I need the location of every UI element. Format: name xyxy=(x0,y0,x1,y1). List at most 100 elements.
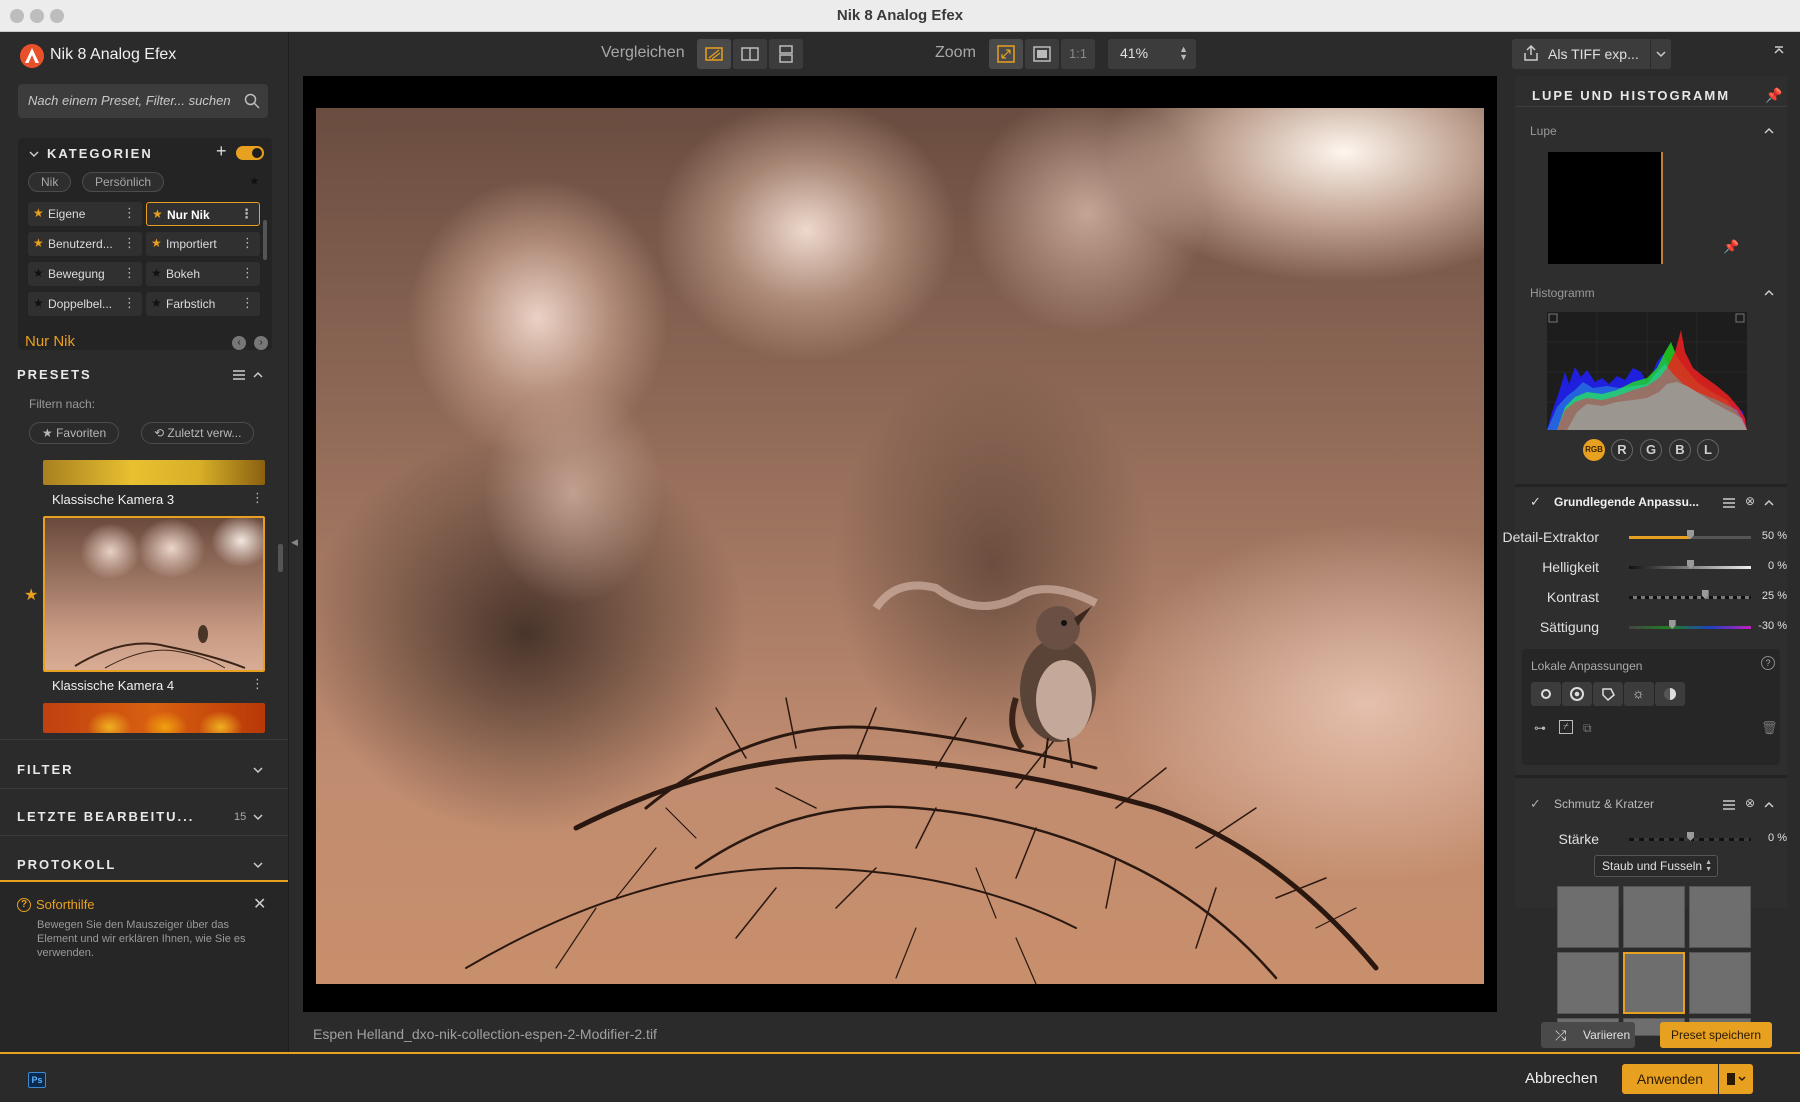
channel-g-button[interactable]: G xyxy=(1640,439,1662,461)
channel-l-button[interactable]: L xyxy=(1697,439,1719,461)
channel-r-button[interactable]: R xyxy=(1611,439,1633,461)
add-category-icon[interactable]: + xyxy=(216,141,227,162)
more-icon[interactable]: ⋮ xyxy=(123,295,136,311)
texture-option[interactable] xyxy=(1557,952,1619,1014)
filter-section-heading[interactable]: FILTER xyxy=(17,762,74,777)
radial-mask-button[interactable] xyxy=(1562,682,1592,706)
zoom-1-1-button[interactable]: 1:1 xyxy=(1061,39,1095,69)
presets-scrollbar[interactable] xyxy=(278,544,283,572)
menu-icon[interactable] xyxy=(1722,799,1736,811)
slider-kontrast[interactable]: Kontrast 25 % xyxy=(1497,586,1787,608)
slider-staerke[interactable]: Stärke 0 % xyxy=(1497,828,1787,850)
more-icon[interactable]: ⋮ xyxy=(241,235,254,251)
polygon-mask-button[interactable] xyxy=(1593,682,1623,706)
channel-rgb-button[interactable]: RGB xyxy=(1583,439,1605,461)
pin-icon[interactable]: 📌 xyxy=(1765,87,1782,104)
texture-option[interactable] xyxy=(1689,886,1751,948)
apply-options-button[interactable] xyxy=(1719,1064,1753,1094)
photoshop-icon[interactable]: Ps xyxy=(28,1072,46,1088)
next-category-icon[interactable]: › xyxy=(254,336,268,350)
category-benutzerdefiniert[interactable]: ★ Benutzerd... ⋮ xyxy=(28,232,142,256)
chevron-up-icon[interactable] xyxy=(1763,287,1775,299)
pin-loupe-icon[interactable]: 📌 xyxy=(1723,239,1739,255)
close-icon[interactable]: ✕ xyxy=(253,894,266,914)
categories-scrollbar[interactable] xyxy=(263,220,267,260)
chevron-down-icon[interactable] xyxy=(252,764,264,776)
more-icon[interactable]: ⋮ xyxy=(123,265,136,281)
zoom-select[interactable]: 41% ▲ ▼ xyxy=(1108,39,1196,69)
fill-screen-button[interactable] xyxy=(1025,39,1059,69)
prev-category-icon[interactable]: ‹ xyxy=(232,336,246,350)
slider-track[interactable] xyxy=(1629,620,1751,629)
compare-side-button[interactable] xyxy=(769,39,803,69)
dirt-type-select[interactable]: Staub und Fusseln ▲ ▼ xyxy=(1594,855,1718,877)
texture-option-selected[interactable] xyxy=(1623,952,1685,1014)
chevron-up-icon[interactable] xyxy=(1763,125,1775,137)
slider-knob[interactable] xyxy=(1687,560,1694,569)
preset-label[interactable]: Klassische Kamera 3 xyxy=(52,492,174,507)
more-icon[interactable]: ⋮ xyxy=(123,205,136,221)
invert-mask-icon[interactable]: ⌿ xyxy=(1559,720,1573,734)
apply-button[interactable]: Anwenden xyxy=(1622,1064,1718,1094)
enable-dirt-checkbox[interactable]: ✓ xyxy=(1530,796,1541,812)
category-eigene[interactable]: ★ Eigene ⋮ xyxy=(28,202,142,226)
loupe-view[interactable] xyxy=(1548,152,1663,264)
preview-image[interactable] xyxy=(316,108,1484,984)
menu-icon[interactable] xyxy=(1722,497,1736,509)
favorite-star-icon[interactable]: ★ xyxy=(24,585,38,605)
trash-icon[interactable]: 🗑 xyxy=(1761,720,1778,736)
image-canvas[interactable] xyxy=(303,76,1497,1012)
slider-track[interactable] xyxy=(1629,530,1751,539)
category-nur-nik[interactable]: ★ Nur Nik ⋮ xyxy=(146,202,260,226)
slider-knob[interactable] xyxy=(1687,832,1694,841)
chevron-up-icon[interactable] xyxy=(1763,497,1775,509)
slider-knob[interactable] xyxy=(1701,590,1709,599)
slider-track[interactable] xyxy=(1629,590,1751,599)
slider-knob[interactable] xyxy=(1668,620,1676,629)
category-importiert[interactable]: ★ Importiert ⋮ xyxy=(146,232,260,256)
category-bokeh[interactable]: ★ Bokeh ⋮ xyxy=(146,262,260,286)
more-icon[interactable]: ⋮ xyxy=(241,265,254,281)
search-icon[interactable] xyxy=(244,93,260,109)
compare-single-button[interactable] xyxy=(697,39,731,69)
favorites-filter-icon[interactable]: ★ xyxy=(249,174,260,188)
duplicate-icon[interactable]: ⧉ xyxy=(1583,721,1592,736)
preset-more-icon[interactable]: ⋮ xyxy=(251,676,264,692)
more-icon[interactable]: ⋮ xyxy=(240,206,253,222)
enable-basic-checkbox[interactable]: ✓ xyxy=(1530,494,1544,509)
recent-edits-heading[interactable]: LETZTE BEARBEITU... xyxy=(17,809,194,824)
tab-nik[interactable]: Nik xyxy=(28,172,72,192)
chevron-up-icon[interactable] xyxy=(1763,799,1775,811)
more-icon[interactable]: ⋮ xyxy=(123,235,136,251)
category-bewegung[interactable]: ★ Bewegung ⋮ xyxy=(28,262,142,286)
reset-icon[interactable]: ⊗ xyxy=(1745,796,1755,810)
preset-label[interactable]: Klassische Kamera 4 xyxy=(52,678,174,693)
color-mask-button[interactable] xyxy=(1655,682,1685,706)
channel-b-button[interactable]: B xyxy=(1669,439,1691,461)
luminance-mask-button[interactable]: ☼ xyxy=(1624,682,1654,706)
chevron-down-icon[interactable] xyxy=(252,859,264,871)
slider-detail-extraktor[interactable]: Detail-Extraktor 50 % xyxy=(1497,526,1787,548)
category-doppelbelichtung[interactable]: ★ Doppelbel... ⋮ xyxy=(28,292,142,316)
list-view-icon[interactable] xyxy=(232,369,246,381)
filter-favorites-button[interactable]: ★ Favoriten xyxy=(29,422,120,444)
vary-button[interactable]: ⤮ Variieren xyxy=(1541,1022,1635,1048)
collapse-all-icon[interactable] xyxy=(1773,45,1785,59)
preset-more-icon[interactable]: ⋮ xyxy=(251,490,264,506)
category-farbstich[interactable]: ★ Farbstich ⋮ xyxy=(146,292,260,316)
chevron-down-icon[interactable] xyxy=(252,811,264,823)
slider-saettigung[interactable]: Sättigung -30 % xyxy=(1497,616,1787,638)
tab-personal[interactable]: Persönlich xyxy=(82,172,165,192)
slider-helligkeit[interactable]: Helligkeit 0 % xyxy=(1497,556,1787,578)
preset-thumbnail-klassische-kamera-4[interactable] xyxy=(43,516,265,672)
histogram-chart[interactable] xyxy=(1547,312,1747,430)
collapse-left-panel-icon[interactable]: ◀ xyxy=(291,537,298,548)
fit-to-screen-button[interactable] xyxy=(989,39,1023,69)
export-options-button[interactable] xyxy=(1651,39,1671,69)
more-icon[interactable]: ⋮ xyxy=(241,295,254,311)
control-point-button[interactable] xyxy=(1531,682,1561,706)
categories-toggle[interactable] xyxy=(236,146,264,160)
slider-track[interactable] xyxy=(1629,832,1751,841)
preset-thumbnail-klassische-kamera-3[interactable] xyxy=(43,460,265,485)
dirt-scratches-title[interactable]: Schmutz & Kratzer xyxy=(1554,797,1654,811)
